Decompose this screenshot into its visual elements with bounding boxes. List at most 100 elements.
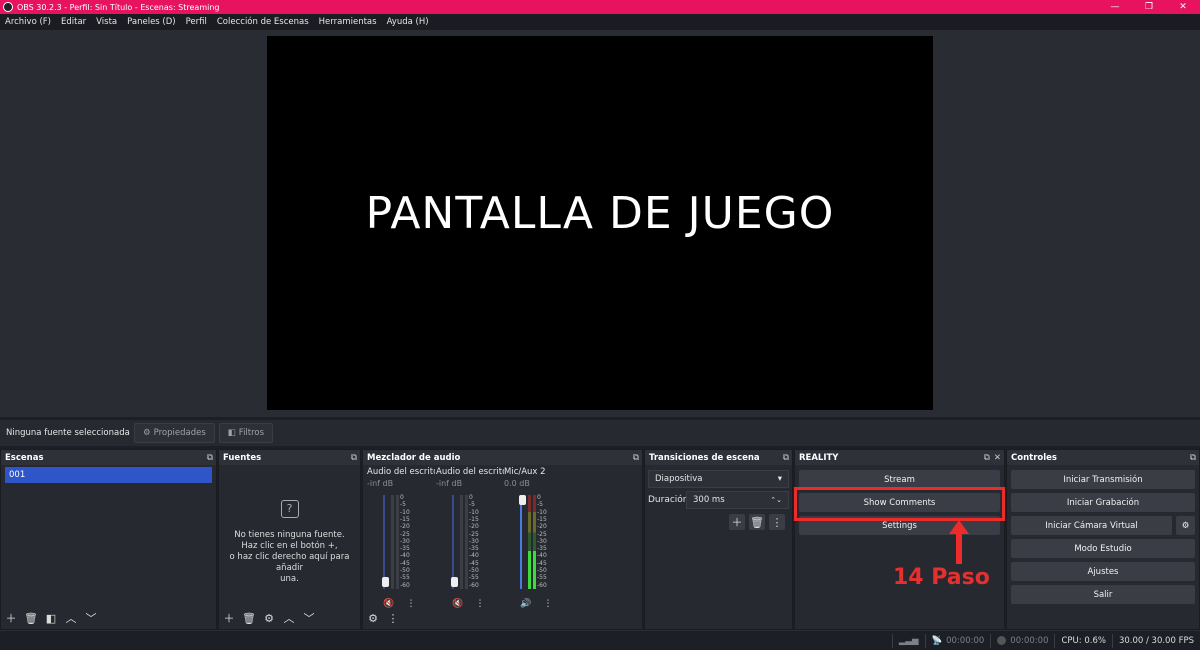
volume-slider[interactable] — [519, 495, 526, 589]
menu-ayuda[interactable]: Ayuda (H) — [382, 17, 434, 27]
meter-fill — [528, 551, 531, 589]
meter-tick-label: -50 — [537, 567, 547, 574]
studio-mode-button[interactable]: Modo Estudio — [1011, 539, 1195, 558]
preview-text: PANTALLA DE JUEGO — [365, 187, 835, 239]
meter-fill — [533, 551, 536, 589]
meter-tick-label: -40 — [469, 552, 479, 560]
meter-tick-label: -45 — [400, 559, 410, 567]
strip-db: -inf dB — [436, 479, 463, 488]
close-icon[interactable]: ✕ — [994, 453, 1001, 463]
minimize-button[interactable]: — — [1098, 0, 1132, 14]
menu-perfil[interactable]: Perfil — [181, 17, 212, 27]
meter-tick-label: -35 — [400, 545, 410, 553]
trash-icon[interactable]: 🗑 — [23, 610, 39, 626]
trash-icon[interactable]: 🗑 — [241, 610, 257, 626]
window-title: OBS 30.2.3 - Perfil: Sin Título - Escena… — [17, 2, 220, 12]
duration-input[interactable]: 300 ms ⌃⌄ — [686, 491, 789, 509]
obs-logo-icon — [3, 2, 13, 12]
menu-paneles[interactable]: Paneles (D) — [122, 17, 180, 27]
stream-time: 00:00:00 — [946, 635, 985, 646]
transition-select[interactable]: Diapositiva ▾ — [648, 470, 789, 488]
strip-name: Audio del escritorio 2 — [436, 467, 504, 477]
stepper-icon[interactable]: ⌃⌄ — [770, 496, 782, 504]
meter-tick-label: -35 — [469, 545, 479, 553]
slider-knob[interactable] — [519, 495, 526, 505]
annotation-arrow-icon — [949, 520, 969, 564]
properties-button[interactable]: ⚙ Propiedades — [134, 423, 215, 443]
filters-button[interactable]: ◧ Filtros — [218, 423, 274, 443]
preview-canvas[interactable]: PANTALLA DE JUEGO — [267, 36, 933, 410]
exit-button[interactable]: Salir — [1011, 585, 1195, 604]
add-source-button[interactable]: ＋ — [221, 610, 237, 626]
scene-item[interactable]: 001 — [5, 467, 212, 483]
menu-vista[interactable]: Vista — [91, 17, 122, 27]
chevron-up-icon[interactable]: ︿ — [63, 610, 79, 626]
undock-icon[interactable]: ⧉ — [207, 453, 213, 463]
meter-tick-label: -20 — [400, 523, 410, 531]
meter-tick-label: -50 — [469, 567, 479, 574]
mixer-title: Mezclador de audio — [367, 452, 461, 463]
meter-tick-label: -25 — [537, 530, 547, 538]
duration-value: 300 ms — [693, 495, 725, 505]
add-scene-button[interactable]: ＋ — [3, 610, 19, 626]
chevron-up-icon[interactable]: ︿ — [281, 610, 297, 626]
undock-icon[interactable]: ⧉ — [984, 453, 990, 463]
meter-tick-label: -5 — [537, 501, 543, 509]
undock-icon[interactable]: ⧉ — [783, 453, 789, 463]
audio-mixer-dock: Mezclador de audio ⧉ Audio del escritori… — [362, 449, 643, 630]
no-source-label: Ninguna fuente seleccionada — [6, 428, 130, 438]
chevron-down-icon[interactable]: ﹀ — [83, 610, 99, 626]
slider-knob[interactable] — [451, 577, 458, 587]
gear-icon[interactable]: ⚙ — [261, 610, 277, 626]
meter-tick-label: -25 — [400, 530, 410, 538]
gear-icon[interactable]: ⚙ — [1176, 516, 1195, 535]
trash-icon[interactable]: 🗑 — [749, 514, 765, 530]
more-options-icon[interactable]: ⋮ — [385, 610, 401, 626]
close-button[interactable]: ✕ — [1166, 0, 1200, 14]
mixer-settings-icon[interactable]: ⚙ — [365, 610, 381, 626]
undock-icon[interactable]: ⧉ — [1190, 453, 1196, 463]
meter-tick-label: -10 — [537, 508, 547, 516]
menu-herramientas[interactable]: Herramientas — [314, 17, 382, 27]
meter-bar — [465, 495, 468, 589]
meter-tick-label: 0 — [469, 494, 473, 501]
volume-slider[interactable] — [382, 495, 389, 589]
sources-dock: Fuentes ⧉ ? No tienes ninguna fuente. Ha… — [218, 449, 361, 630]
highlight-box — [794, 487, 1005, 521]
meter-tick-label: -20 — [469, 523, 479, 531]
settings-button[interactable]: Ajustes — [1011, 562, 1195, 581]
meter-tick-label: -30 — [537, 537, 547, 545]
signal-icon: ▂▃▅ — [898, 635, 919, 646]
start-stream-button[interactable]: Iniciar Transmisión — [1011, 470, 1195, 489]
scene-filters-icon[interactable]: ◧ — [43, 610, 59, 626]
undock-icon[interactable]: ⧉ — [633, 453, 639, 463]
maximize-button[interactable]: ❐ — [1132, 0, 1166, 14]
menu-bar: Archivo (F) Editar Vista Paneles (D) Per… — [0, 14, 1200, 30]
strip-name: Mic/Aux 2 — [504, 467, 546, 477]
chevron-down-icon[interactable]: ﹀ — [301, 610, 317, 626]
meter-tick-label: -50 — [400, 567, 410, 574]
meter-tick-label: -60 — [537, 581, 547, 589]
meter-bar — [533, 495, 536, 589]
meter-tick-label: -30 — [469, 537, 479, 545]
start-recording-button[interactable]: Iniciar Grabación — [1011, 493, 1195, 512]
add-transition-button[interactable]: ＋ — [729, 514, 745, 530]
menu-coleccion-escenas[interactable]: Colección de Escenas — [212, 17, 314, 27]
undock-icon[interactable]: ⧉ — [351, 453, 357, 463]
empty-line: una. — [280, 574, 299, 584]
sources-title: Fuentes — [223, 452, 262, 463]
rec-time: 00:00:00 — [1010, 635, 1049, 646]
menu-archivo[interactable]: Archivo (F) — [0, 17, 56, 27]
menu-editar[interactable]: Editar — [56, 17, 91, 27]
mixer-strip: Audio del escritorio -inf dB 0-5-10-15-2… — [367, 467, 435, 611]
slider-knob[interactable] — [382, 577, 389, 587]
meter-tick-label: -55 — [537, 574, 547, 582]
meter-tick-label: -55 — [400, 574, 410, 582]
transitions-title: Transiciones de escena — [649, 452, 760, 463]
meter-tick-label: -45 — [469, 559, 479, 567]
more-options-icon[interactable]: ⋮ — [769, 514, 785, 530]
start-virtual-camera-button[interactable]: Iniciar Cámara Virtual — [1011, 516, 1172, 535]
transitions-dock: Transiciones de escena ⧉ Diapositiva ▾ D… — [644, 449, 793, 630]
strip-db: -inf dB — [367, 479, 394, 488]
volume-slider[interactable] — [451, 495, 458, 589]
